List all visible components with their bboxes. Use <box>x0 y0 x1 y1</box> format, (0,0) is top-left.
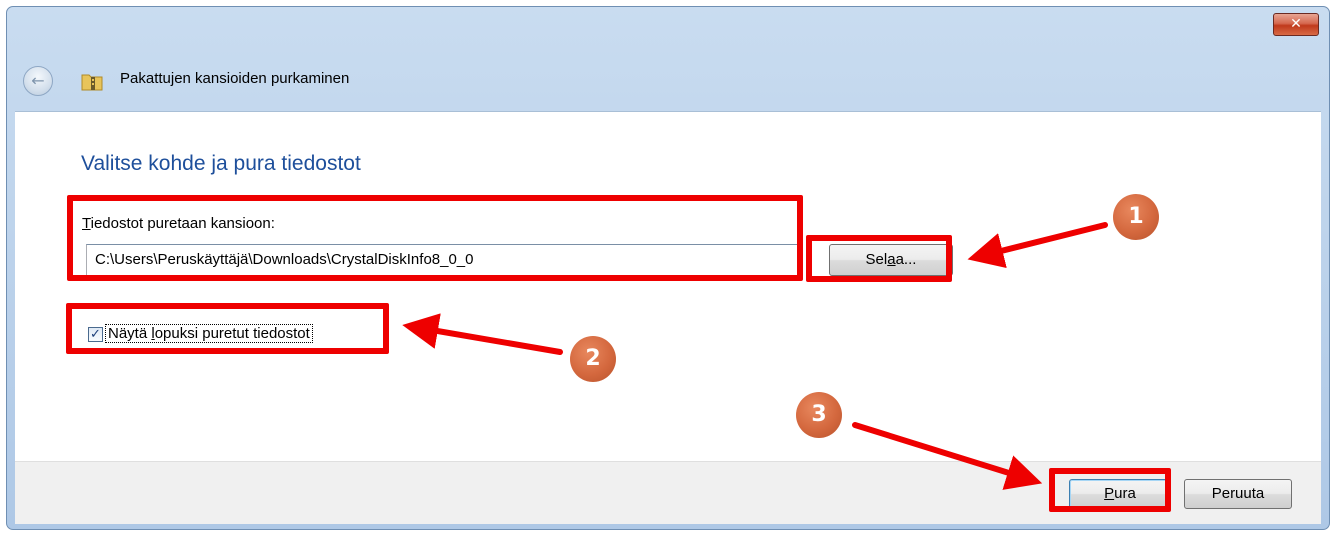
step-marker-1: 1 <box>1113 194 1159 240</box>
arrow-3 <box>852 422 1043 490</box>
arrow-2 <box>402 313 563 355</box>
annotation-arrows <box>402 222 1108 490</box>
step-marker-3: 3 <box>796 392 842 438</box>
arrow-1 <box>967 222 1108 269</box>
step-marker-2: 2 <box>570 336 616 382</box>
